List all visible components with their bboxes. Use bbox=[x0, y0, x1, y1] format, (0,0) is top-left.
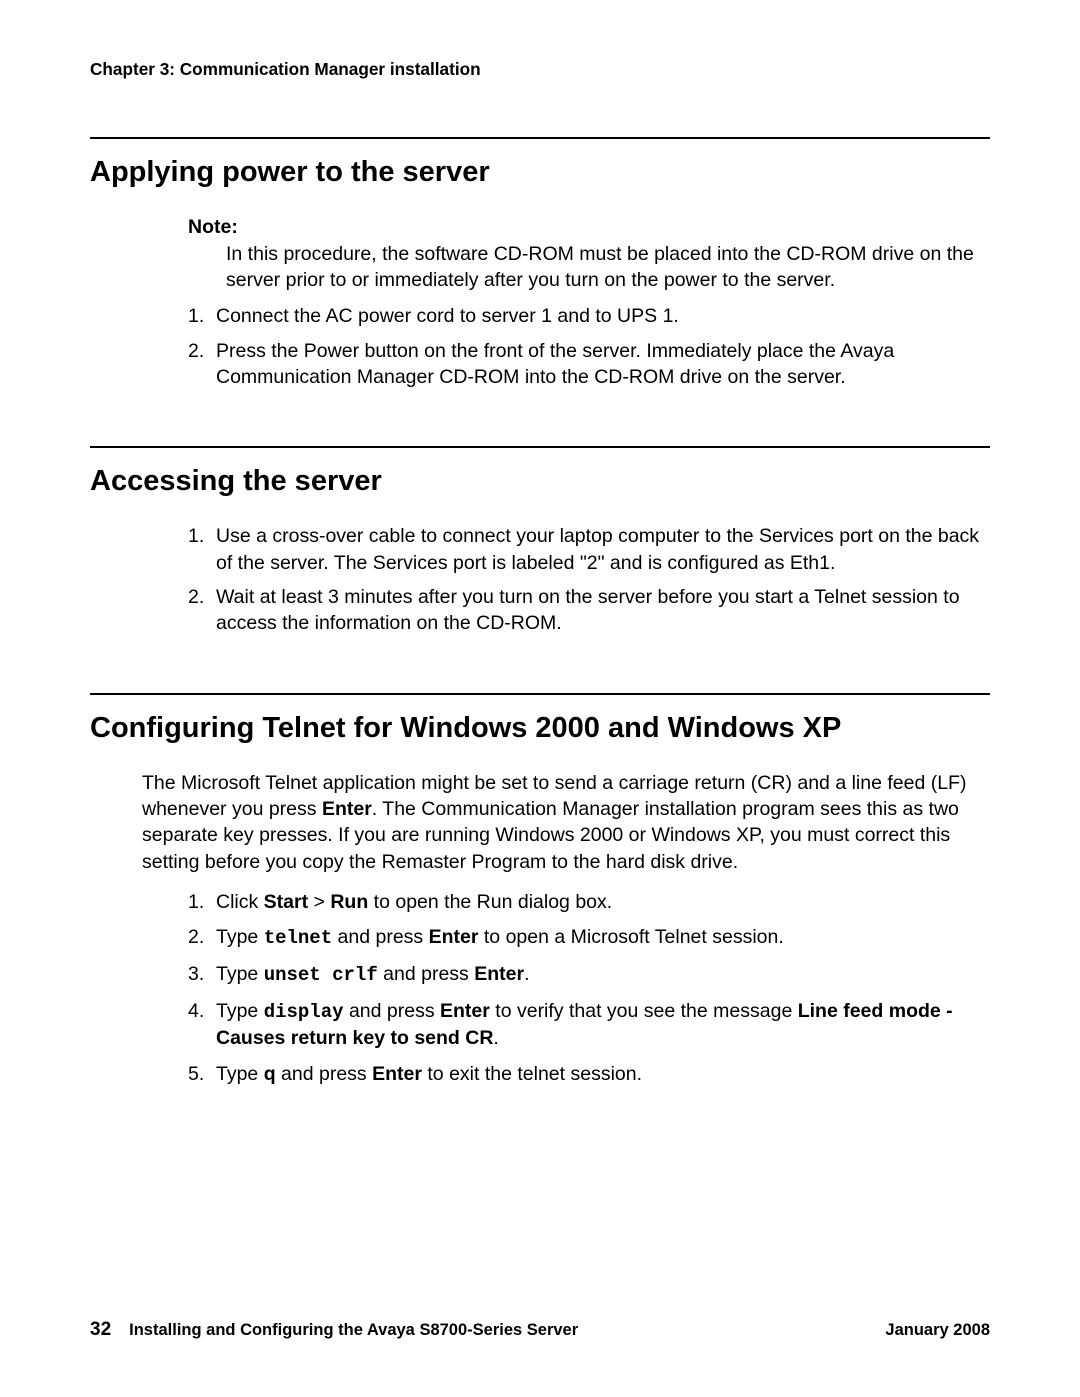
text-run: Type bbox=[216, 926, 264, 948]
text-run: to open the Run dialog box. bbox=[368, 891, 612, 913]
list-number: 2. bbox=[188, 338, 204, 364]
text-run: > bbox=[308, 891, 330, 913]
section-title-accessing: Accessing the server bbox=[90, 462, 990, 501]
page-number: 32 bbox=[90, 1317, 111, 1343]
list-number: 4. bbox=[188, 998, 204, 1024]
section-divider bbox=[90, 446, 990, 448]
step-text: Wait at least 3 minutes after you turn o… bbox=[216, 586, 960, 634]
text-bold: Run bbox=[330, 891, 368, 913]
note-label: Note: bbox=[188, 214, 990, 240]
section-title-applying-power: Applying power to the server bbox=[90, 153, 990, 192]
list-number: 2. bbox=[188, 924, 204, 950]
step-text: Use a cross-over cable to connect your l… bbox=[216, 525, 979, 573]
list-item: 3. Type unset crlf and press Enter. bbox=[188, 961, 990, 989]
doc-date: January 2008 bbox=[885, 1319, 990, 1341]
text-run: Type bbox=[216, 1063, 264, 1085]
list-number: 1. bbox=[188, 523, 204, 549]
text-run: to exit the telnet session. bbox=[422, 1063, 642, 1085]
list-item: 4. Type display and press Enter to verif… bbox=[188, 998, 990, 1052]
list-item: 2. Wait at least 3 minutes after you tur… bbox=[188, 584, 990, 637]
list-item: 2. Type telnet and press Enter to open a… bbox=[188, 924, 990, 952]
text-run: Type bbox=[216, 963, 264, 985]
step-text: Connect the AC power cord to server 1 an… bbox=[216, 305, 679, 327]
section-divider bbox=[90, 693, 990, 695]
text-mono: display bbox=[264, 1001, 344, 1023]
list-number: 5. bbox=[188, 1061, 204, 1087]
text-run: to open a Microsoft Telnet session. bbox=[478, 926, 783, 948]
list-item: 2. Press the Power button on the front o… bbox=[188, 338, 990, 391]
text-bold: Enter bbox=[440, 1000, 490, 1022]
list-number: 1. bbox=[188, 889, 204, 915]
text-mono: unset crlf bbox=[264, 964, 378, 986]
text-run: and press bbox=[378, 963, 474, 985]
text-run: and press bbox=[276, 1063, 372, 1085]
text-bold: Enter bbox=[474, 963, 524, 985]
text-bold: Enter bbox=[322, 798, 372, 820]
list-item: 1. Click Start > Run to open the Run dia… bbox=[188, 889, 990, 915]
page-footer: 32 Installing and Configuring the Avaya … bbox=[90, 1317, 990, 1343]
list-number: 2. bbox=[188, 584, 204, 610]
text-run: Click bbox=[216, 891, 264, 913]
list-item: 5. Type q and press Enter to exit the te… bbox=[188, 1061, 990, 1087]
text-run: and press bbox=[332, 926, 428, 948]
text-run: . bbox=[524, 963, 529, 985]
text-bold: Start bbox=[264, 891, 308, 913]
text-bold: Enter bbox=[372, 1063, 422, 1085]
list-number: 3. bbox=[188, 961, 204, 987]
list-item: 1. Connect the AC power cord to server 1… bbox=[188, 303, 990, 329]
section-title-configuring-telnet: Configuring Telnet for Windows 2000 and … bbox=[90, 709, 990, 748]
doc-title: Installing and Configuring the Avaya S87… bbox=[129, 1319, 885, 1341]
text-bold: q bbox=[264, 1063, 276, 1085]
text-mono: telnet bbox=[264, 927, 332, 949]
text-run: to verify that you see the message bbox=[490, 1000, 798, 1022]
intro-paragraph: The Microsoft Telnet application might b… bbox=[142, 770, 990, 875]
text-run: . bbox=[493, 1027, 498, 1049]
chapter-header: Chapter 3: Communication Manager install… bbox=[90, 58, 990, 81]
section-divider bbox=[90, 137, 990, 139]
list-number: 1. bbox=[188, 303, 204, 329]
text-run: and press bbox=[344, 1000, 440, 1022]
step-text: Press the Power button on the front of t… bbox=[216, 340, 894, 388]
text-bold: Enter bbox=[429, 926, 479, 948]
note-text: In this procedure, the software CD-ROM m… bbox=[226, 241, 990, 294]
text-run: Type bbox=[216, 1000, 264, 1022]
list-item: 1. Use a cross-over cable to connect you… bbox=[188, 523, 990, 576]
